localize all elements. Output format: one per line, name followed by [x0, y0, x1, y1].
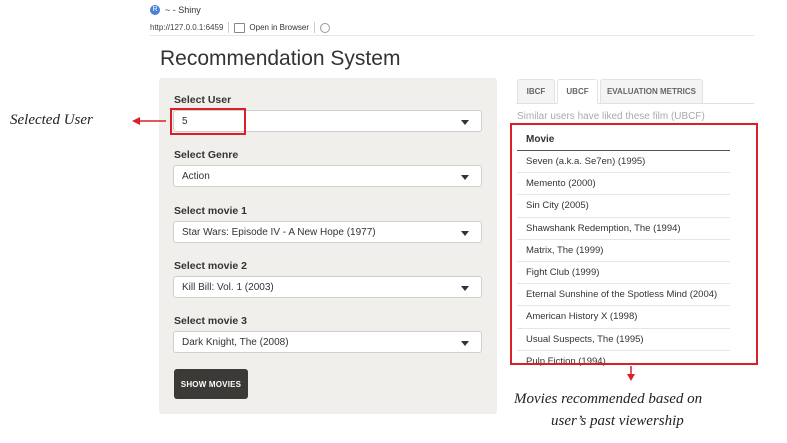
recommended-annotation-line2: user’s past viewership [551, 413, 684, 429]
recommended-annotation-line1: Movies recommended based on [514, 391, 703, 407]
annotation-arrows [132, 117, 635, 381]
arrow-head-down [627, 374, 635, 381]
arrow-head-left [132, 117, 140, 125]
